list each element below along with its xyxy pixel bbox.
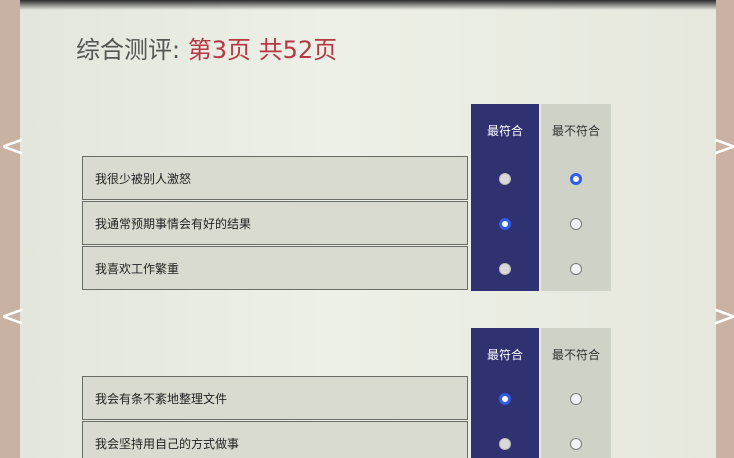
radio-most[interactable] bbox=[499, 437, 511, 450]
question-row: 我会有条不紊地整理文件 bbox=[82, 376, 611, 421]
cell-least bbox=[541, 201, 611, 246]
page-title: 综合测评: bbox=[76, 36, 181, 64]
screen: 综合测评: 第3页 共52页 最符合 最不符合 我很少被别人激怒 我通常预期事情… bbox=[20, 0, 716, 458]
column-header-least: 最不符合 bbox=[541, 104, 611, 156]
radio-most[interactable] bbox=[499, 172, 511, 185]
question-text: 我会坚持用自己的方式做事 bbox=[82, 421, 468, 458]
cell-most bbox=[471, 421, 539, 458]
page-counter: 第3页 共52页 bbox=[187, 36, 338, 64]
cell-most bbox=[471, 376, 539, 421]
cell-most bbox=[471, 156, 539, 201]
page-header: 综合测评: 第3页 共52页 bbox=[76, 34, 337, 66]
radio-most[interactable] bbox=[499, 392, 511, 405]
prev-arrow-icon[interactable]: < bbox=[0, 302, 25, 332]
question-text: 我很少被别人激怒 bbox=[82, 156, 468, 200]
question-text: 我会有条不紊地整理文件 bbox=[82, 376, 468, 420]
column-header-most: 最符合 bbox=[471, 104, 539, 156]
question-row: 我喜欢工作繁重 bbox=[82, 246, 611, 291]
question-row: 我很少被别人激怒 bbox=[82, 156, 611, 201]
next-arrow-icon[interactable]: > bbox=[712, 302, 734, 332]
column-header-least: 最不符合 bbox=[541, 328, 611, 380]
cell-least bbox=[541, 421, 611, 458]
top-shadow bbox=[20, 0, 716, 10]
cell-least bbox=[541, 156, 611, 201]
next-arrow-icon[interactable]: > bbox=[712, 132, 734, 162]
radio-least[interactable] bbox=[570, 262, 582, 275]
radio-least[interactable] bbox=[570, 217, 582, 230]
radio-least[interactable] bbox=[570, 437, 582, 450]
question-row: 我通常预期事情会有好的结果 bbox=[82, 201, 611, 246]
cell-most bbox=[471, 246, 539, 291]
question-row: 我会坚持用自己的方式做事 bbox=[82, 421, 611, 458]
radio-least[interactable] bbox=[570, 392, 582, 405]
cell-least bbox=[541, 376, 611, 421]
radio-most[interactable] bbox=[499, 262, 511, 275]
question-text: 我通常预期事情会有好的结果 bbox=[82, 201, 468, 245]
radio-most[interactable] bbox=[499, 217, 511, 230]
question-text: 我喜欢工作繁重 bbox=[82, 246, 468, 290]
cell-least bbox=[541, 246, 611, 291]
column-header-most: 最符合 bbox=[471, 328, 539, 380]
prev-arrow-icon[interactable]: < bbox=[0, 132, 25, 162]
cell-most bbox=[471, 201, 539, 246]
radio-least[interactable] bbox=[570, 172, 582, 185]
